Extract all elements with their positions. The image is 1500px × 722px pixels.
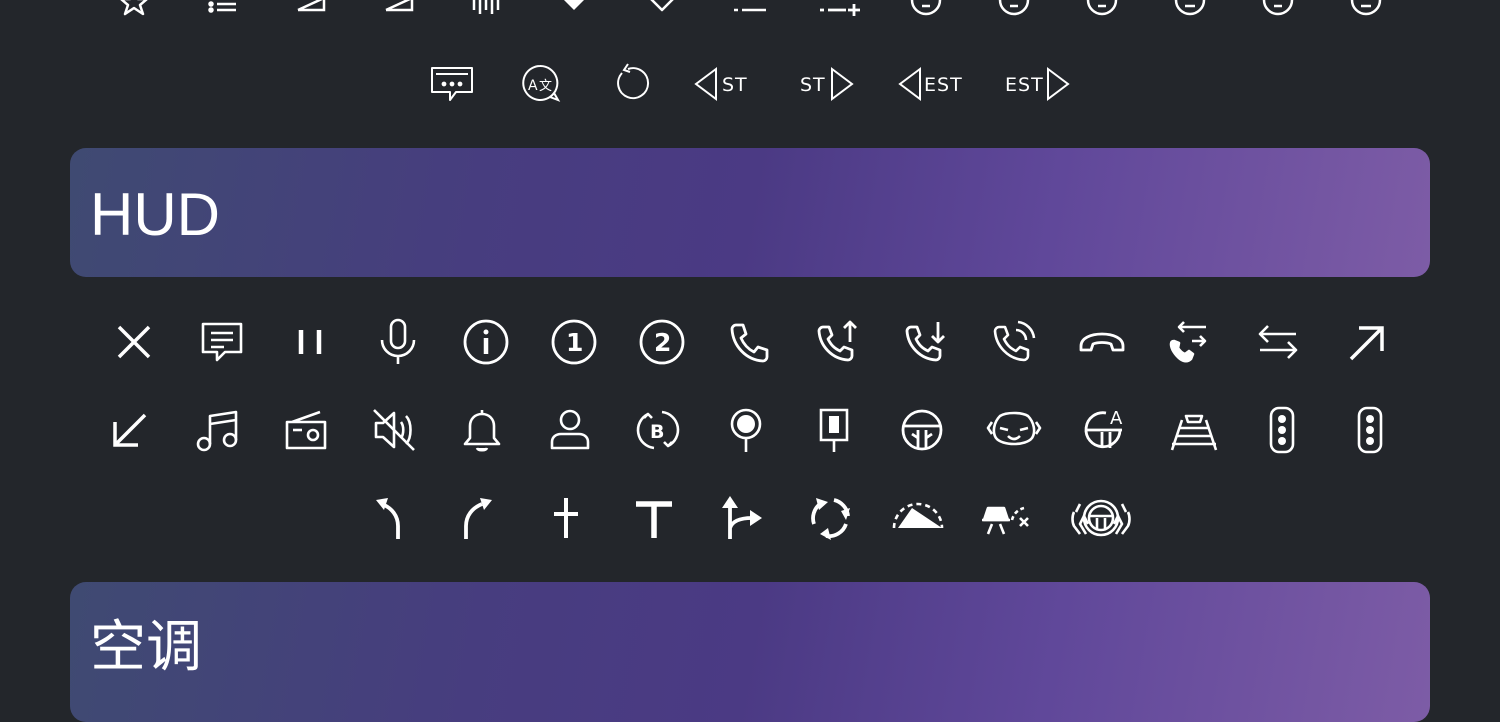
previous-station-icon[interactable]: ST <box>690 60 760 108</box>
mute-icon[interactable] <box>370 406 418 454</box>
lane-assist-icon[interactable] <box>1170 406 1218 454</box>
triangle-corner-alt-icon[interactable] <box>374 0 422 18</box>
pause-icon[interactable] <box>286 318 334 366</box>
straight-cross-icon[interactable] <box>542 494 590 542</box>
circle-badge-icon[interactable] <box>1342 0 1390 18</box>
call-transfer-icon[interactable] <box>1166 318 1214 366</box>
svg-text:ST: ST <box>722 74 748 96</box>
next-station-icon[interactable]: ST <box>796 60 866 108</box>
circle-badge-icon[interactable] <box>1078 0 1126 18</box>
arrow-up-right-icon[interactable] <box>1342 318 1390 366</box>
message-more-icon[interactable] <box>428 60 476 108</box>
svg-text:1: 1 <box>566 328 583 357</box>
auto-steering-icon[interactable]: A <box>1082 406 1130 454</box>
radio-icon[interactable] <box>282 406 330 454</box>
heart-outline-icon[interactable] <box>638 0 686 18</box>
section-title: 空调 <box>90 615 202 680</box>
svg-text:A: A <box>528 78 538 94</box>
equalizer-icon[interactable] <box>462 0 510 18</box>
fork-right-icon[interactable] <box>718 494 766 542</box>
speed-warning-icon[interactable] <box>890 494 946 542</box>
arrow-down-left-icon[interactable] <box>106 406 154 454</box>
microphone-icon[interactable] <box>374 318 422 366</box>
section-header-air-conditioning: 空调 <box>70 582 1430 722</box>
svg-text:2: 2 <box>654 328 671 357</box>
bullet-list-icon[interactable] <box>198 0 246 18</box>
phone-ringing-icon[interactable] <box>990 318 1038 366</box>
circle-badge-icon[interactable] <box>1166 0 1214 18</box>
section-header-hud: HUD <box>70 148 1430 277</box>
svg-text:EST: EST <box>1005 74 1044 96</box>
hands-on-wheel-icon[interactable] <box>1066 494 1136 542</box>
chat-icon[interactable] <box>198 318 246 366</box>
bluetooth-sync-icon[interactable]: B <box>634 406 682 454</box>
t-junction-icon[interactable] <box>630 494 678 542</box>
svg-text:A: A <box>1110 408 1123 429</box>
u-turn-cycle-icon[interactable] <box>806 494 854 542</box>
svg-text:ST: ST <box>800 74 826 96</box>
music-note-icon[interactable] <box>194 406 242 454</box>
heart-filled-icon[interactable] <box>550 0 598 18</box>
signpost-icon[interactable] <box>810 406 858 454</box>
incoming-call-icon[interactable] <box>902 318 950 366</box>
bookmark-star-icon[interactable] <box>110 0 158 18</box>
close-icon[interactable] <box>110 318 158 366</box>
turn-right-icon[interactable] <box>454 494 502 542</box>
turn-left-icon[interactable] <box>366 494 414 542</box>
collision-warning-icon[interactable] <box>978 494 1034 542</box>
svg-text:B: B <box>650 421 664 443</box>
refresh-icon[interactable] <box>604 60 652 108</box>
location-pin-icon[interactable] <box>722 406 770 454</box>
user-icon[interactable] <box>546 406 594 454</box>
list-dash-icon[interactable] <box>726 0 774 18</box>
traffic-light-alt-icon[interactable] <box>1346 406 1394 454</box>
driver-monitor-icon[interactable] <box>986 406 1042 454</box>
number-two-icon[interactable]: 2 <box>638 318 686 366</box>
number-one-icon[interactable]: 1 <box>550 318 598 366</box>
circle-badge-icon[interactable] <box>902 0 950 18</box>
triangle-corner-icon[interactable] <box>286 0 334 18</box>
traffic-light-icon[interactable] <box>1258 406 1306 454</box>
next-scan-icon[interactable]: EST <box>1002 60 1082 108</box>
previous-scan-icon[interactable]: EST <box>894 60 974 108</box>
section-title: HUD <box>90 181 220 248</box>
steering-wheel-icon[interactable] <box>898 406 946 454</box>
circle-badge-icon[interactable] <box>990 0 1038 18</box>
hang-up-icon[interactable] <box>1078 318 1126 366</box>
phone-icon[interactable] <box>726 318 774 366</box>
swap-arrows-icon[interactable] <box>1254 318 1302 366</box>
circle-badge-icon[interactable] <box>1254 0 1302 18</box>
bell-icon[interactable] <box>458 406 506 454</box>
list-add-icon[interactable] <box>814 0 862 18</box>
svg-text:EST: EST <box>924 74 963 96</box>
outgoing-call-icon[interactable] <box>814 318 862 366</box>
info-icon[interactable] <box>462 318 510 366</box>
svg-text:文: 文 <box>539 79 552 94</box>
translate-icon[interactable]: A文 <box>516 60 564 108</box>
